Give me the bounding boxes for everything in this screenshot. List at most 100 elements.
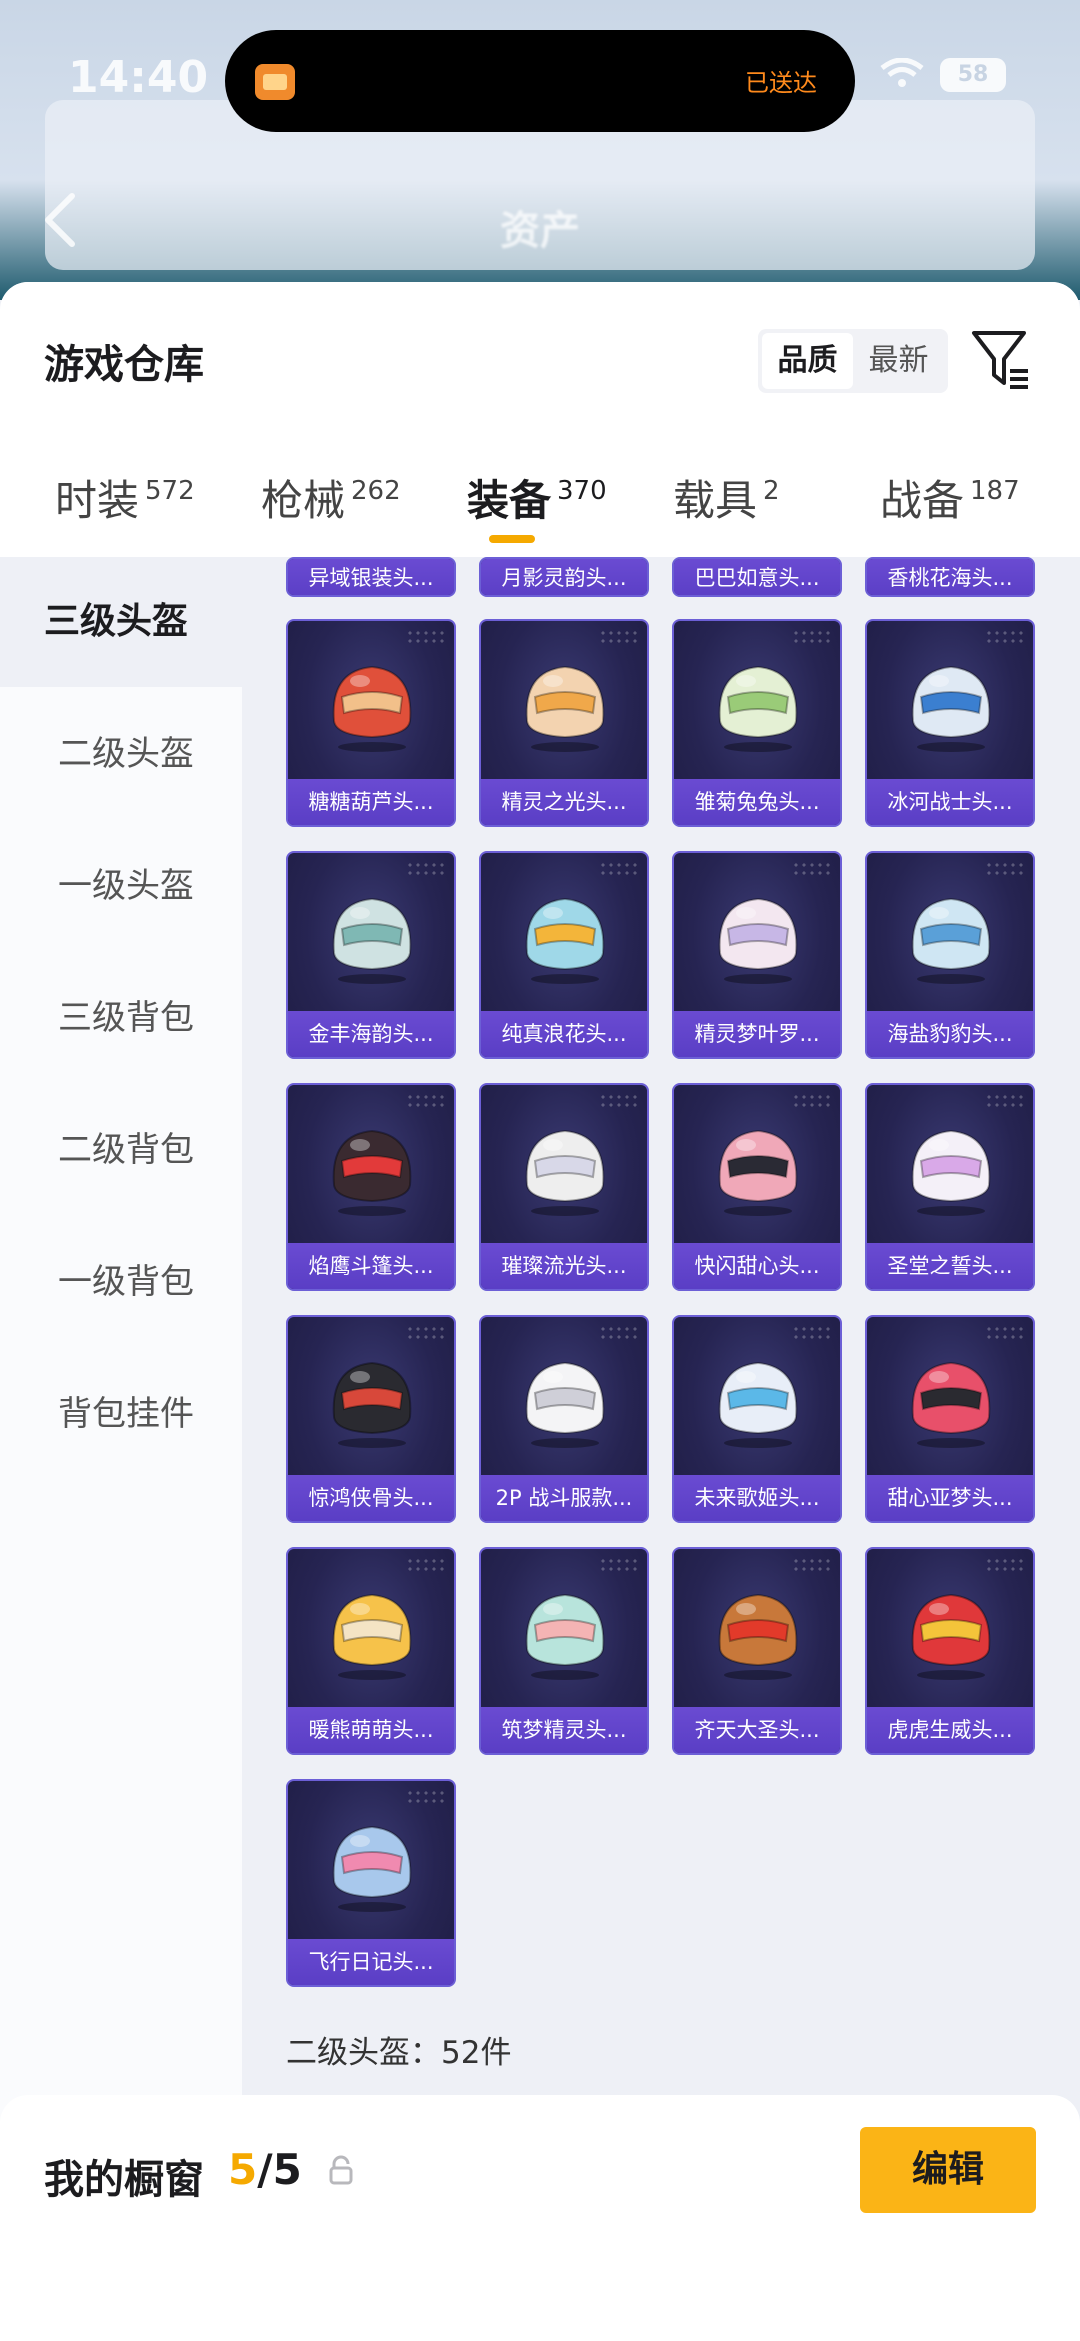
tab-label: 枪械 [261,476,346,525]
helmet-icon [718,1593,798,1680]
item-card[interactable]: 焰鹰斗篷头... [286,1083,456,1291]
item-card[interactable]: 纯真浪花头... [479,851,649,1059]
card-pattern [792,1093,832,1109]
tab-weapons[interactable]: 枪械 262 [261,467,401,547]
item-name: 暖熊萌萌头... [288,1707,454,1753]
helmet-icon [332,1129,412,1216]
item-card[interactable]: 快闪甜心头... [672,1083,842,1291]
sidebar-item-level3-backpack[interactable]: 三级背包 [0,953,242,1083]
tab-equipment[interactable]: 装备 370 [467,467,607,547]
item-card[interactable]: 甜心亚梦头... [865,1315,1035,1523]
tab-outfits[interactable]: 时装 572 [55,467,195,547]
sidebar-item-level3-helmet[interactable]: 三级头盔 [0,557,242,687]
dynamic-island: 已送达 [225,30,855,132]
helmet-icon [911,1361,991,1448]
tab-label: 装备 [467,476,552,525]
item-name: 糖糖葫芦头... [288,779,454,825]
item-card[interactable]: 未来歌姬头... [672,1315,842,1523]
item-card[interactable]: 圣堂之誓头... [865,1083,1035,1291]
item-card[interactable]: 巴巴如意头... [672,557,842,597]
item-name: 巴巴如意头... [674,559,840,595]
showcase-count: 5/5 [228,2145,302,2194]
item-name: 虎虎生威头... [867,1707,1033,1753]
item-card[interactable]: 糖糖葫芦头... [286,619,456,827]
card-pattern [792,1557,832,1573]
sidebar-item-level1-helmet[interactable]: 一级头盔 [0,821,242,951]
filter-icon[interactable] [970,327,1032,393]
helmet-icon [718,1361,798,1448]
item-name: 飞行日记头... [288,1939,454,1985]
card-pattern [792,861,832,877]
status-time: 14:40 [68,52,209,103]
item-card[interactable]: 月影灵韵头... [479,557,649,597]
sort-option-quality[interactable]: 品质 [762,333,853,389]
battery-indicator: 58 [940,58,1006,92]
card-pattern [599,861,639,877]
item-card[interactable]: 虎虎生威头... [865,1547,1035,1755]
helmet-icon [911,1129,991,1216]
item-name: 金丰海韵头... [288,1011,454,1057]
tab-supplies[interactable]: 战备 187 [880,467,1020,547]
back-icon[interactable] [40,190,80,250]
showcase-count-current: 5 [228,2145,258,2194]
card-pattern [406,1325,446,1341]
helmet-icon [525,1129,605,1216]
item-card[interactable]: 惊鸿侠骨头... [286,1315,456,1523]
item-card[interactable]: 金丰海韵头... [286,851,456,1059]
item-name: 异域银装头... [288,559,454,595]
helmet-icon [525,897,605,984]
tab-vehicles[interactable]: 载具 2 [673,467,780,547]
item-name: 月影灵韵头... [481,559,647,595]
helmet-icon [911,897,991,984]
item-name: 甜心亚梦头... [867,1475,1033,1521]
item-card[interactable]: 2P 战斗服款... [479,1315,649,1523]
tab-count: 262 [351,476,401,506]
item-card[interactable]: 海盐豹豹头... [865,851,1035,1059]
item-card[interactable]: 筑梦精灵头... [479,1547,649,1755]
sort-option-newest[interactable]: 最新 [853,333,944,389]
item-card[interactable]: 精灵梦叶罗... [672,851,842,1059]
helmet-icon [911,1593,991,1680]
app-icon [255,64,295,100]
active-tab-indicator [489,535,535,543]
background-header: 资产 14:40 已送达 58 [0,0,1080,300]
item-name: 圣堂之誓头... [867,1243,1033,1289]
showcase-count-total: /5 [257,2145,302,2194]
sidebar-item-level1-backpack[interactable]: 一级背包 [0,1217,242,1347]
item-name: 焰鹰斗篷头... [288,1243,454,1289]
sidebar-item-backpack-pendant[interactable]: 背包挂件 [0,1349,242,1479]
item-card[interactable]: 冰河战士头... [865,619,1035,827]
lock-icon [329,2155,353,2185]
item-name: 精灵梦叶罗... [674,1011,840,1057]
item-grid: 异域银装头... 月影灵韵头... 巴巴如意头... 香桃花海头... 糖糖葫芦… [242,557,1080,2341]
tab-count: 2 [763,476,780,506]
card-pattern [406,629,446,645]
item-card[interactable]: 飞行日记头... [286,1779,456,1987]
item-card[interactable]: 精灵之光头... [479,619,649,827]
item-name: 冰河战士头... [867,779,1033,825]
item-name: 2P 战斗服款... [481,1475,647,1521]
helmet-icon [332,1361,412,1448]
item-card[interactable]: 雏菊兔兔头... [672,619,842,827]
item-card[interactable]: 璀璨流光头... [479,1083,649,1291]
item-name: 惊鸿侠骨头... [288,1475,454,1521]
helmet-icon [332,665,412,752]
helmet-icon [718,1129,798,1216]
item-card[interactable]: 暖熊萌萌头... [286,1547,456,1755]
item-card[interactable]: 异域银装头... [286,557,456,597]
card-pattern [985,1093,1025,1109]
card-pattern [599,1325,639,1341]
item-card[interactable]: 香桃花海头... [865,557,1035,597]
card-pattern [599,629,639,645]
item-card[interactable]: 齐天大圣头... [672,1547,842,1755]
helmet-icon [911,665,991,752]
section-label-level2-helmet: 二级头盔：52件 [286,2035,512,2071]
item-name: 筑梦精灵头... [481,1707,647,1753]
helmet-icon [525,1361,605,1448]
item-name: 海盐豹豹头... [867,1011,1033,1057]
edit-button[interactable]: 编辑 [860,2127,1036,2213]
sidebar-item-level2-backpack[interactable]: 二级背包 [0,1085,242,1215]
tab-count: 187 [970,476,1020,506]
helmet-icon [332,897,412,984]
sidebar-item-level2-helmet[interactable]: 二级头盔 [0,689,242,819]
